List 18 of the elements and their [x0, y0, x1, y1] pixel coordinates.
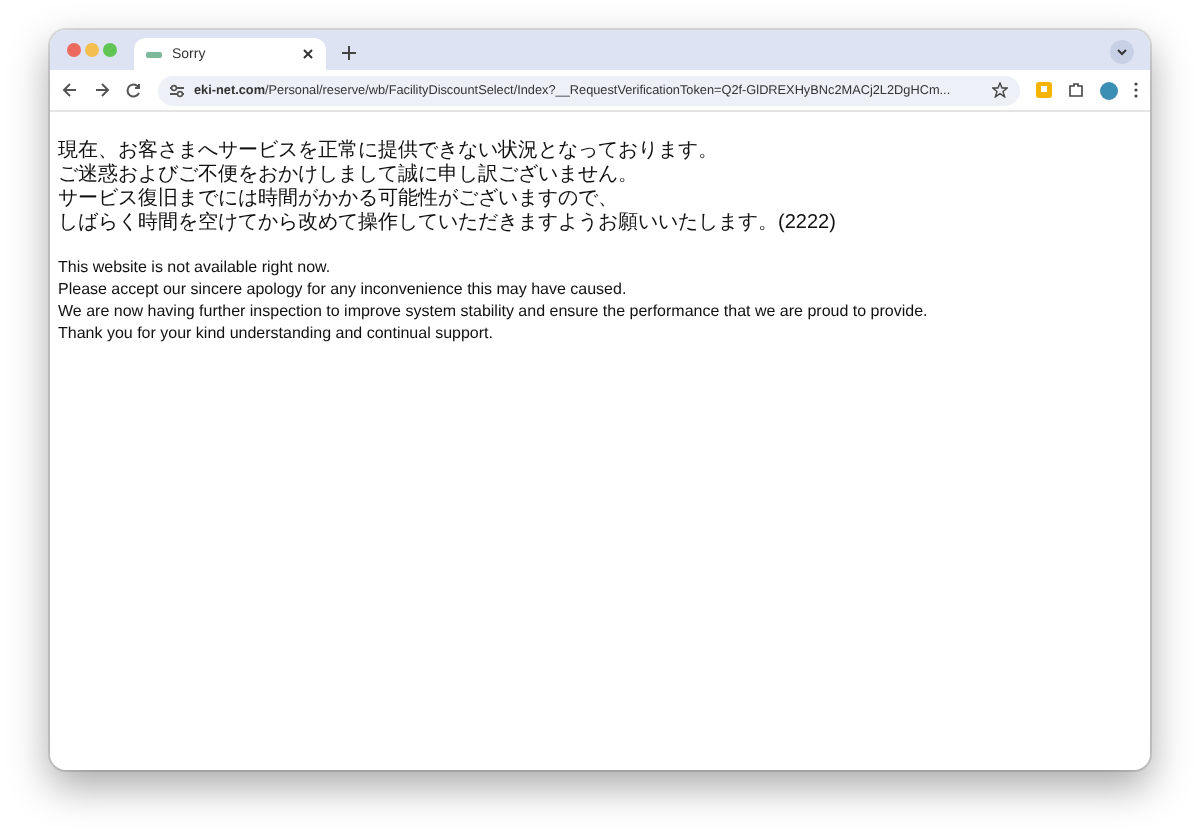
back-icon[interactable] [62, 82, 78, 98]
new-tab-icon[interactable] [342, 46, 356, 60]
message-line: Thank you for your kind understanding and continual support. [58, 322, 495, 344]
message-line: ご迷惑およびご不便をおかけしまして誠に申し訳ございません。 [58, 164, 640, 187]
star-icon[interactable] [992, 82, 1008, 98]
tab-search-icon[interactable] [1110, 40, 1134, 64]
forward-icon[interactable] [94, 82, 110, 98]
reload-icon[interactable] [126, 82, 142, 98]
favicon-icon [146, 51, 162, 57]
avatar-icon[interactable] [1100, 81, 1118, 99]
message-line: We are now having further inspection to improve system stability and ensure the performance that we are proud to provide. [58, 300, 930, 322]
message-line: しばらく時間を空けてから改めて操作していただきますようお願いいたします。(2222) [58, 212, 838, 236]
close-icon[interactable] [302, 48, 314, 60]
message-line: サービス復旧までには時間がかかる可能性がございますので、 [58, 188, 620, 211]
message-line: Please accept our sincere apology for any inconvenience this may have caused. [58, 278, 629, 300]
message-line: This website is not available right now. [58, 256, 333, 278]
message-line: 現在、お客さまへサービスを正常に提供できない状況となっております。 [58, 140, 720, 163]
site-settings-icon[interactable] [170, 83, 184, 97]
